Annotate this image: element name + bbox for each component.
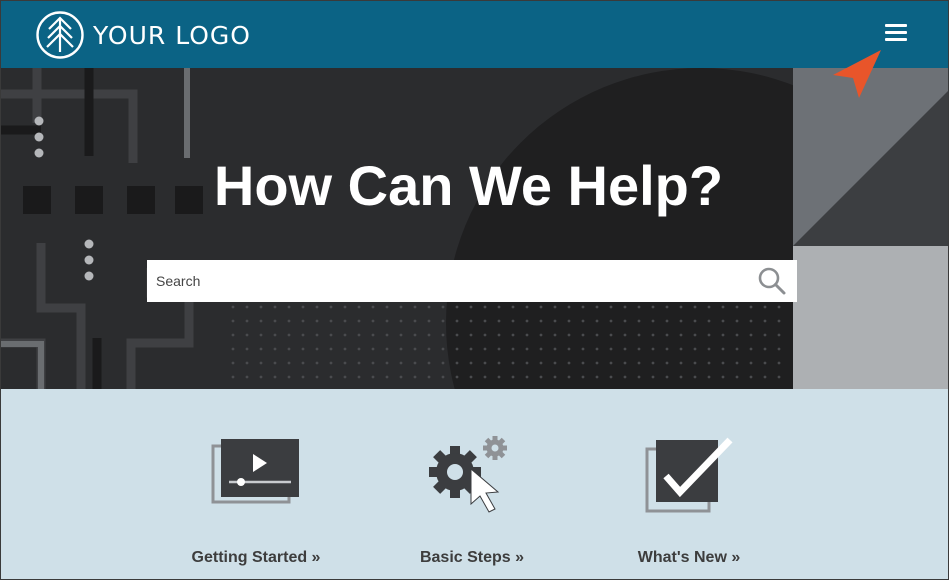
- tile-label-getting-started: Getting Started »: [191, 549, 321, 566]
- search-icon[interactable]: [757, 266, 787, 296]
- checkmark-window-icon: [645, 437, 733, 513]
- page-title: How Can We Help?: [213, 154, 724, 217]
- hamburger-menu-icon[interactable]: [885, 24, 907, 46]
- top-navigation-bar: YOUR LOGO: [1, 1, 948, 68]
- gears-cursor-icon: [429, 436, 507, 513]
- tile-basic-steps[interactable]: Basic Steps »: [382, 389, 562, 579]
- site-logo[interactable]: YOUR LOGO: [35, 10, 251, 60]
- hero-background-pattern: [1, 68, 948, 389]
- feature-tiles: Getting Started » Basic Steps » What's N…: [1, 389, 948, 579]
- logo-text: YOUR LOGO: [93, 20, 251, 50]
- tile-label-basic-steps: Basic Steps »: [419, 549, 525, 566]
- search-input[interactable]: [147, 260, 737, 302]
- pointer-arrow-icon: [833, 50, 881, 98]
- tile-getting-started[interactable]: Getting Started »: [166, 389, 346, 579]
- hero-banner: How Can We Help?: [1, 68, 948, 389]
- video-player-icon: [211, 439, 299, 504]
- app-frame: YOUR LOGO How Can We Help? Search Gettin…: [0, 0, 949, 580]
- tile-label-whats-new: What's New »: [637, 549, 741, 566]
- tree-icon: [36, 11, 84, 59]
- tile-whats-new[interactable]: What's New »: [599, 389, 779, 579]
- search-bar: [147, 260, 797, 302]
